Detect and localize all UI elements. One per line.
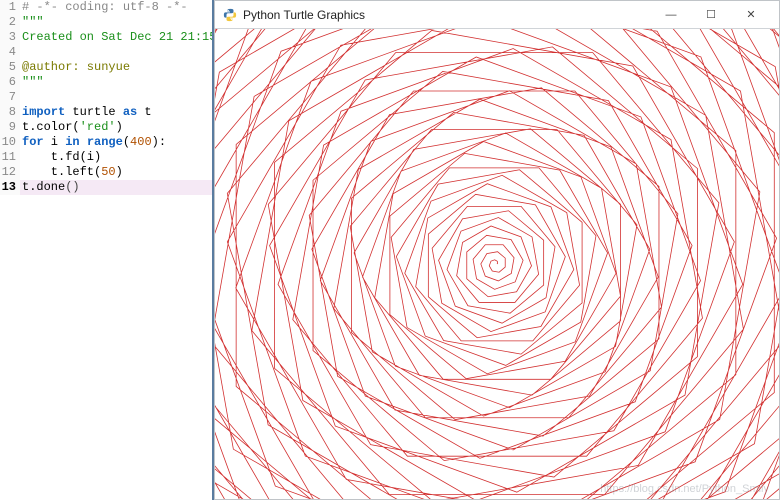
minimize-button[interactable]: — — [651, 1, 691, 29]
line-number: 6 — [0, 75, 20, 90]
code-line[interactable]: 10for i in range(400): — [0, 135, 212, 150]
code-editor[interactable]: 1# -*- coding: utf-8 -*-2"""3Created on … — [0, 0, 214, 500]
code-line[interactable]: 7 — [0, 90, 212, 105]
turtle-canvas-wrap: https://blog.csdn.net/Python_Smily — [215, 29, 779, 499]
turtle-canvas — [215, 29, 779, 499]
close-button[interactable]: ✕ — [731, 1, 771, 29]
code-text: t.fd(i) — [20, 150, 101, 165]
code-line[interactable]: 13t.done() — [0, 180, 212, 195]
code-line[interactable]: 6""" — [0, 75, 212, 90]
code-line[interactable]: 2""" — [0, 15, 212, 30]
code-text: t.left(50) — [20, 165, 123, 180]
line-number: 8 — [0, 105, 20, 120]
code-line[interactable]: 1# -*- coding: utf-8 -*- — [0, 0, 212, 15]
line-number: 9 — [0, 120, 20, 135]
maximize-button[interactable]: ☐ — [691, 1, 731, 29]
code-line[interactable]: 4 — [0, 45, 212, 60]
line-number: 2 — [0, 15, 20, 30]
titlebar[interactable]: Python Turtle Graphics — ☐ ✕ — [215, 1, 779, 29]
code-text — [20, 45, 22, 60]
line-number: 11 — [0, 150, 20, 165]
spiral-path — [215, 29, 779, 499]
line-number: 10 — [0, 135, 20, 150]
code-line[interactable]: 3Created on Sat Dec 21 21:15:42 2019 — [0, 30, 212, 45]
code-text: """ — [20, 15, 44, 30]
line-number: 5 — [0, 60, 20, 75]
line-number: 1 — [0, 0, 20, 15]
code-line[interactable]: 12 t.left(50) — [0, 165, 212, 180]
line-number: 3 — [0, 30, 20, 45]
code-text: t.done() — [20, 180, 80, 195]
python-icon — [223, 8, 237, 22]
code-line[interactable]: 11 t.fd(i) — [0, 150, 212, 165]
code-text — [20, 90, 22, 105]
code-text: import turtle as t — [20, 105, 152, 120]
window-title: Python Turtle Graphics — [243, 8, 365, 22]
code-text: """ — [20, 75, 44, 90]
line-number: 13 — [0, 180, 20, 195]
code-text: @author: sunyue — [20, 60, 130, 75]
code-line[interactable]: 5@author: sunyue — [0, 60, 212, 75]
code-text: for i in range(400): — [20, 135, 166, 150]
code-line[interactable]: 9t.color('red') — [0, 120, 212, 135]
line-number: 4 — [0, 45, 20, 60]
code-text: t.color('red') — [20, 120, 123, 135]
code-line[interactable]: 8import turtle as t — [0, 105, 212, 120]
turtle-window: Python Turtle Graphics — ☐ ✕ https://blo… — [214, 0, 780, 500]
line-number: 12 — [0, 165, 20, 180]
line-number: 7 — [0, 90, 20, 105]
code-text: # -*- coding: utf-8 -*- — [20, 0, 188, 15]
code-text: Created on Sat Dec 21 21:15:42 2019 — [20, 30, 214, 45]
